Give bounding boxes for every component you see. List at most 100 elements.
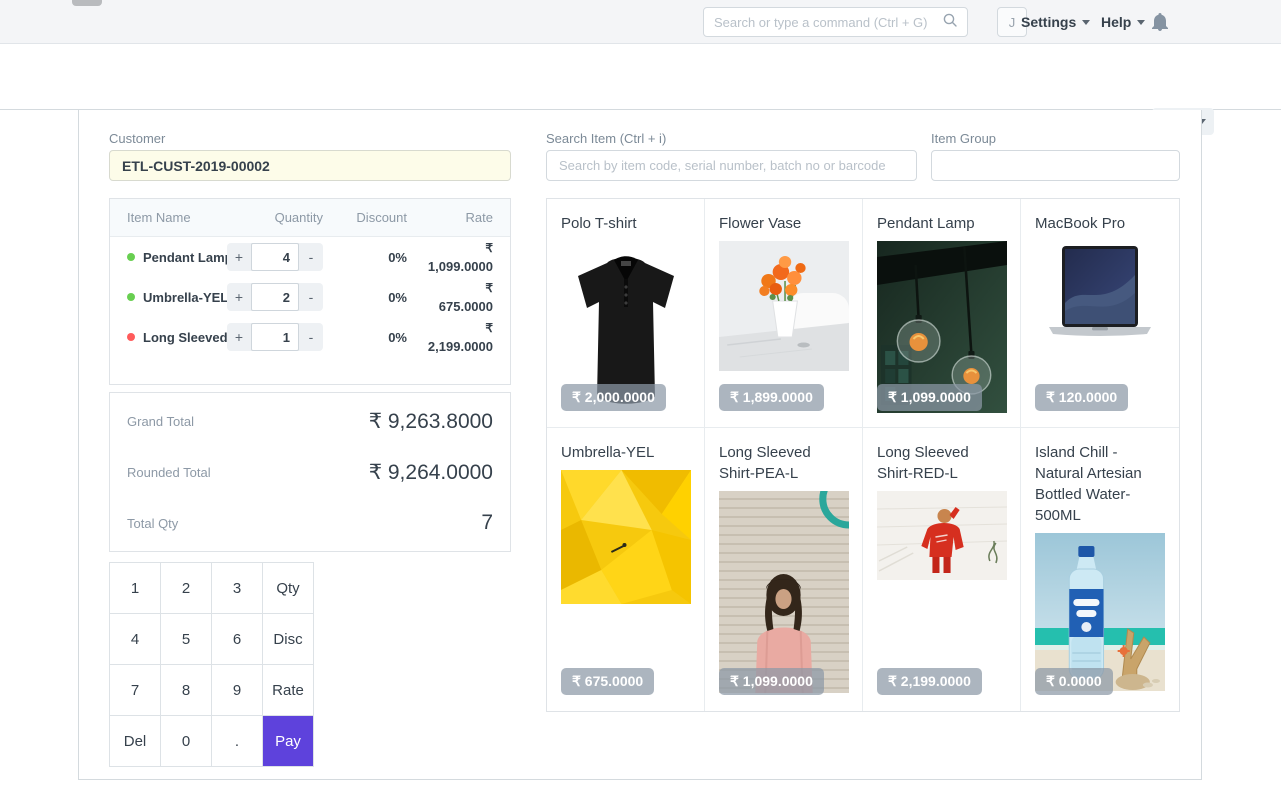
cart-item-discount: 0%: [323, 290, 407, 305]
numpad: 1 2 3 Qty 4 5 6 Disc 7 8 9 Rate Del 0 . …: [109, 562, 314, 767]
numpad-key-dot[interactable]: .: [212, 716, 263, 767]
quantity-stepper: + -: [227, 323, 323, 351]
search-item-label: Search Item (Ctrl + i): [546, 131, 666, 146]
product-name: Long Sleeved Shirt-PEA-L: [719, 442, 848, 484]
numpad-key-disc[interactable]: Disc: [263, 614, 314, 665]
product-grid: Polo T-shirt ₹ 2,000.0000 Flower Vase: [546, 198, 1180, 712]
top-navbar: J Settings Help: [0, 0, 1281, 44]
product-name: Long Sleeved Shirt-RED-L: [877, 442, 1006, 484]
settings-menu[interactable]: Settings: [1021, 0, 1090, 44]
product-price: ₹ 120.0000: [1035, 384, 1128, 411]
rounded-total-row: Rounded Total ₹ 9,264.0000: [127, 460, 493, 485]
numpad-key-2[interactable]: 2: [161, 563, 212, 614]
settings-label: Settings: [1021, 14, 1076, 30]
cart-row[interactable]: Pendant Lamp + - 0% ₹1,099.0000: [110, 237, 510, 277]
cart-item-name: Long Sleeved Shirt-RED-L: [143, 330, 227, 345]
product-card-pendant-lamp[interactable]: Pendant Lamp: [863, 199, 1021, 428]
app-logo[interactable]: [72, 0, 102, 6]
numpad-key-7[interactable]: 7: [110, 665, 161, 716]
numpad-key-4[interactable]: 4: [110, 614, 161, 665]
total-qty-row: Total Qty 7: [127, 511, 493, 535]
numpad-key-1[interactable]: 1: [110, 563, 161, 614]
numpad-key-5[interactable]: 5: [161, 614, 212, 665]
rounded-total-label: Rounded Total: [127, 465, 211, 480]
product-card-island-chill-water[interactable]: Island Chill - Natural Artesian Bottled …: [1021, 428, 1179, 711]
product-name: Island Chill - Natural Artesian Bottled …: [1035, 442, 1165, 526]
product-name: MacBook Pro: [1035, 213, 1165, 234]
cart-item-rate: ₹1,099.0000: [407, 238, 493, 277]
cart-table-header: Item Name Quantity Discount Rate: [110, 199, 510, 237]
decrease-qty-button[interactable]: -: [299, 323, 323, 351]
product-image-long-sleeved-shirt-pea-l: [719, 491, 849, 693]
grand-total-value: ₹ 9,263.8000: [369, 409, 493, 434]
item-group-label: Item Group: [931, 131, 996, 146]
increase-qty-button[interactable]: +: [227, 283, 251, 311]
cart-item-name: Umbrella-YEL: [143, 290, 227, 305]
qty-input[interactable]: [251, 243, 299, 271]
pos-main-panel: Customer Item Name Quantity Discount Rat…: [78, 110, 1202, 780]
product-price: ₹ 1,899.0000: [719, 384, 824, 411]
item-group-input[interactable]: [931, 150, 1180, 181]
cart-item-discount: 0%: [323, 250, 407, 265]
pay-button[interactable]: Pay: [263, 716, 314, 767]
numpad-key-0[interactable]: 0: [161, 716, 212, 767]
rate-value: 1,099.0000: [428, 259, 493, 274]
numpad-key-qty[interactable]: Qty: [263, 563, 314, 614]
total-qty-value: 7: [481, 511, 493, 535]
product-image-long-sleeved-shirt-red-l: [877, 491, 1007, 580]
cart-row[interactable]: Long Sleeved Shirt-RED-L + - 0% ₹2,199.0…: [110, 317, 510, 357]
product-name: Polo T-shirt: [561, 213, 690, 234]
column-discount: Discount: [323, 210, 407, 225]
customer-label: Customer: [109, 131, 165, 146]
qty-input[interactable]: [251, 323, 299, 351]
qty-input[interactable]: [251, 283, 299, 311]
currency-symbol: ₹: [485, 241, 493, 255]
decrease-qty-button[interactable]: -: [299, 283, 323, 311]
numpad-key-3[interactable]: 3: [212, 563, 263, 614]
customer-field[interactable]: [109, 150, 511, 181]
product-name: Pendant Lamp: [877, 213, 1006, 234]
product-card-flower-vase[interactable]: Flower Vase ₹ 1,899.0000: [705, 199, 863, 428]
product-card-polo-t-shirt[interactable]: Polo T-shirt ₹ 2,000.0000: [547, 199, 705, 428]
global-search-input[interactable]: [714, 15, 943, 30]
numpad-key-9[interactable]: 9: [212, 665, 263, 716]
quantity-stepper: + -: [227, 283, 323, 311]
global-search[interactable]: [703, 7, 968, 37]
grand-total-label: Grand Total: [127, 414, 194, 429]
cart-row[interactable]: Umbrella-YEL + - 0% ₹675.0000: [110, 277, 510, 317]
numpad-key-del[interactable]: Del: [110, 716, 161, 767]
chevron-down-icon: [1082, 20, 1090, 25]
rate-value: 675.0000: [439, 299, 493, 314]
numpad-key-rate[interactable]: Rate: [263, 665, 314, 716]
column-rate: Rate: [407, 210, 493, 225]
product-image-macbook-pro: [1035, 241, 1165, 345]
product-price: ₹ 1,099.0000: [877, 384, 982, 411]
notifications-bell-icon[interactable]: [1152, 13, 1168, 36]
decrease-qty-button[interactable]: -: [299, 243, 323, 271]
product-card-long-sleeved-shirt-red-l[interactable]: Long Sleeved Shirt-RED-L ₹ 2,199.0000: [863, 428, 1021, 711]
currency-symbol: ₹: [485, 321, 493, 335]
chevron-down-icon: [1137, 20, 1145, 25]
page-header: Point of Sale Online Menu: [0, 44, 1281, 110]
cart-item-discount: 0%: [323, 330, 407, 345]
product-card-macbook-pro[interactable]: MacBook Pro ₹ 120.0000: [1021, 199, 1179, 428]
search-item-input[interactable]: [546, 150, 917, 181]
product-price: ₹ 2,000.0000: [561, 384, 666, 411]
increase-qty-button[interactable]: +: [227, 323, 251, 351]
cart-item-name: Pendant Lamp: [143, 250, 227, 265]
currency-symbol: ₹: [485, 281, 493, 295]
product-name: Flower Vase: [719, 213, 848, 234]
stock-status-dot: [127, 333, 135, 341]
product-price: ₹ 1,099.0000: [719, 668, 824, 695]
product-card-long-sleeved-shirt-pea-l[interactable]: Long Sleeved Shirt-PEA-L ₹ 1,099.0000: [705, 428, 863, 711]
increase-qty-button[interactable]: +: [227, 243, 251, 271]
cart-item-rate: ₹2,199.0000: [407, 318, 493, 357]
numpad-key-8[interactable]: 8: [161, 665, 212, 716]
product-image-flower-vase: [719, 241, 849, 371]
stock-status-dot: [127, 253, 135, 261]
numpad-key-6[interactable]: 6: [212, 614, 263, 665]
cart-totals: Grand Total ₹ 9,263.8000 Rounded Total ₹…: [109, 392, 511, 552]
product-price: ₹ 2,199.0000: [877, 668, 982, 695]
product-card-umbrella-yel[interactable]: Umbrella-YEL ₹ 675.0000: [547, 428, 705, 711]
help-menu[interactable]: Help: [1101, 0, 1145, 44]
